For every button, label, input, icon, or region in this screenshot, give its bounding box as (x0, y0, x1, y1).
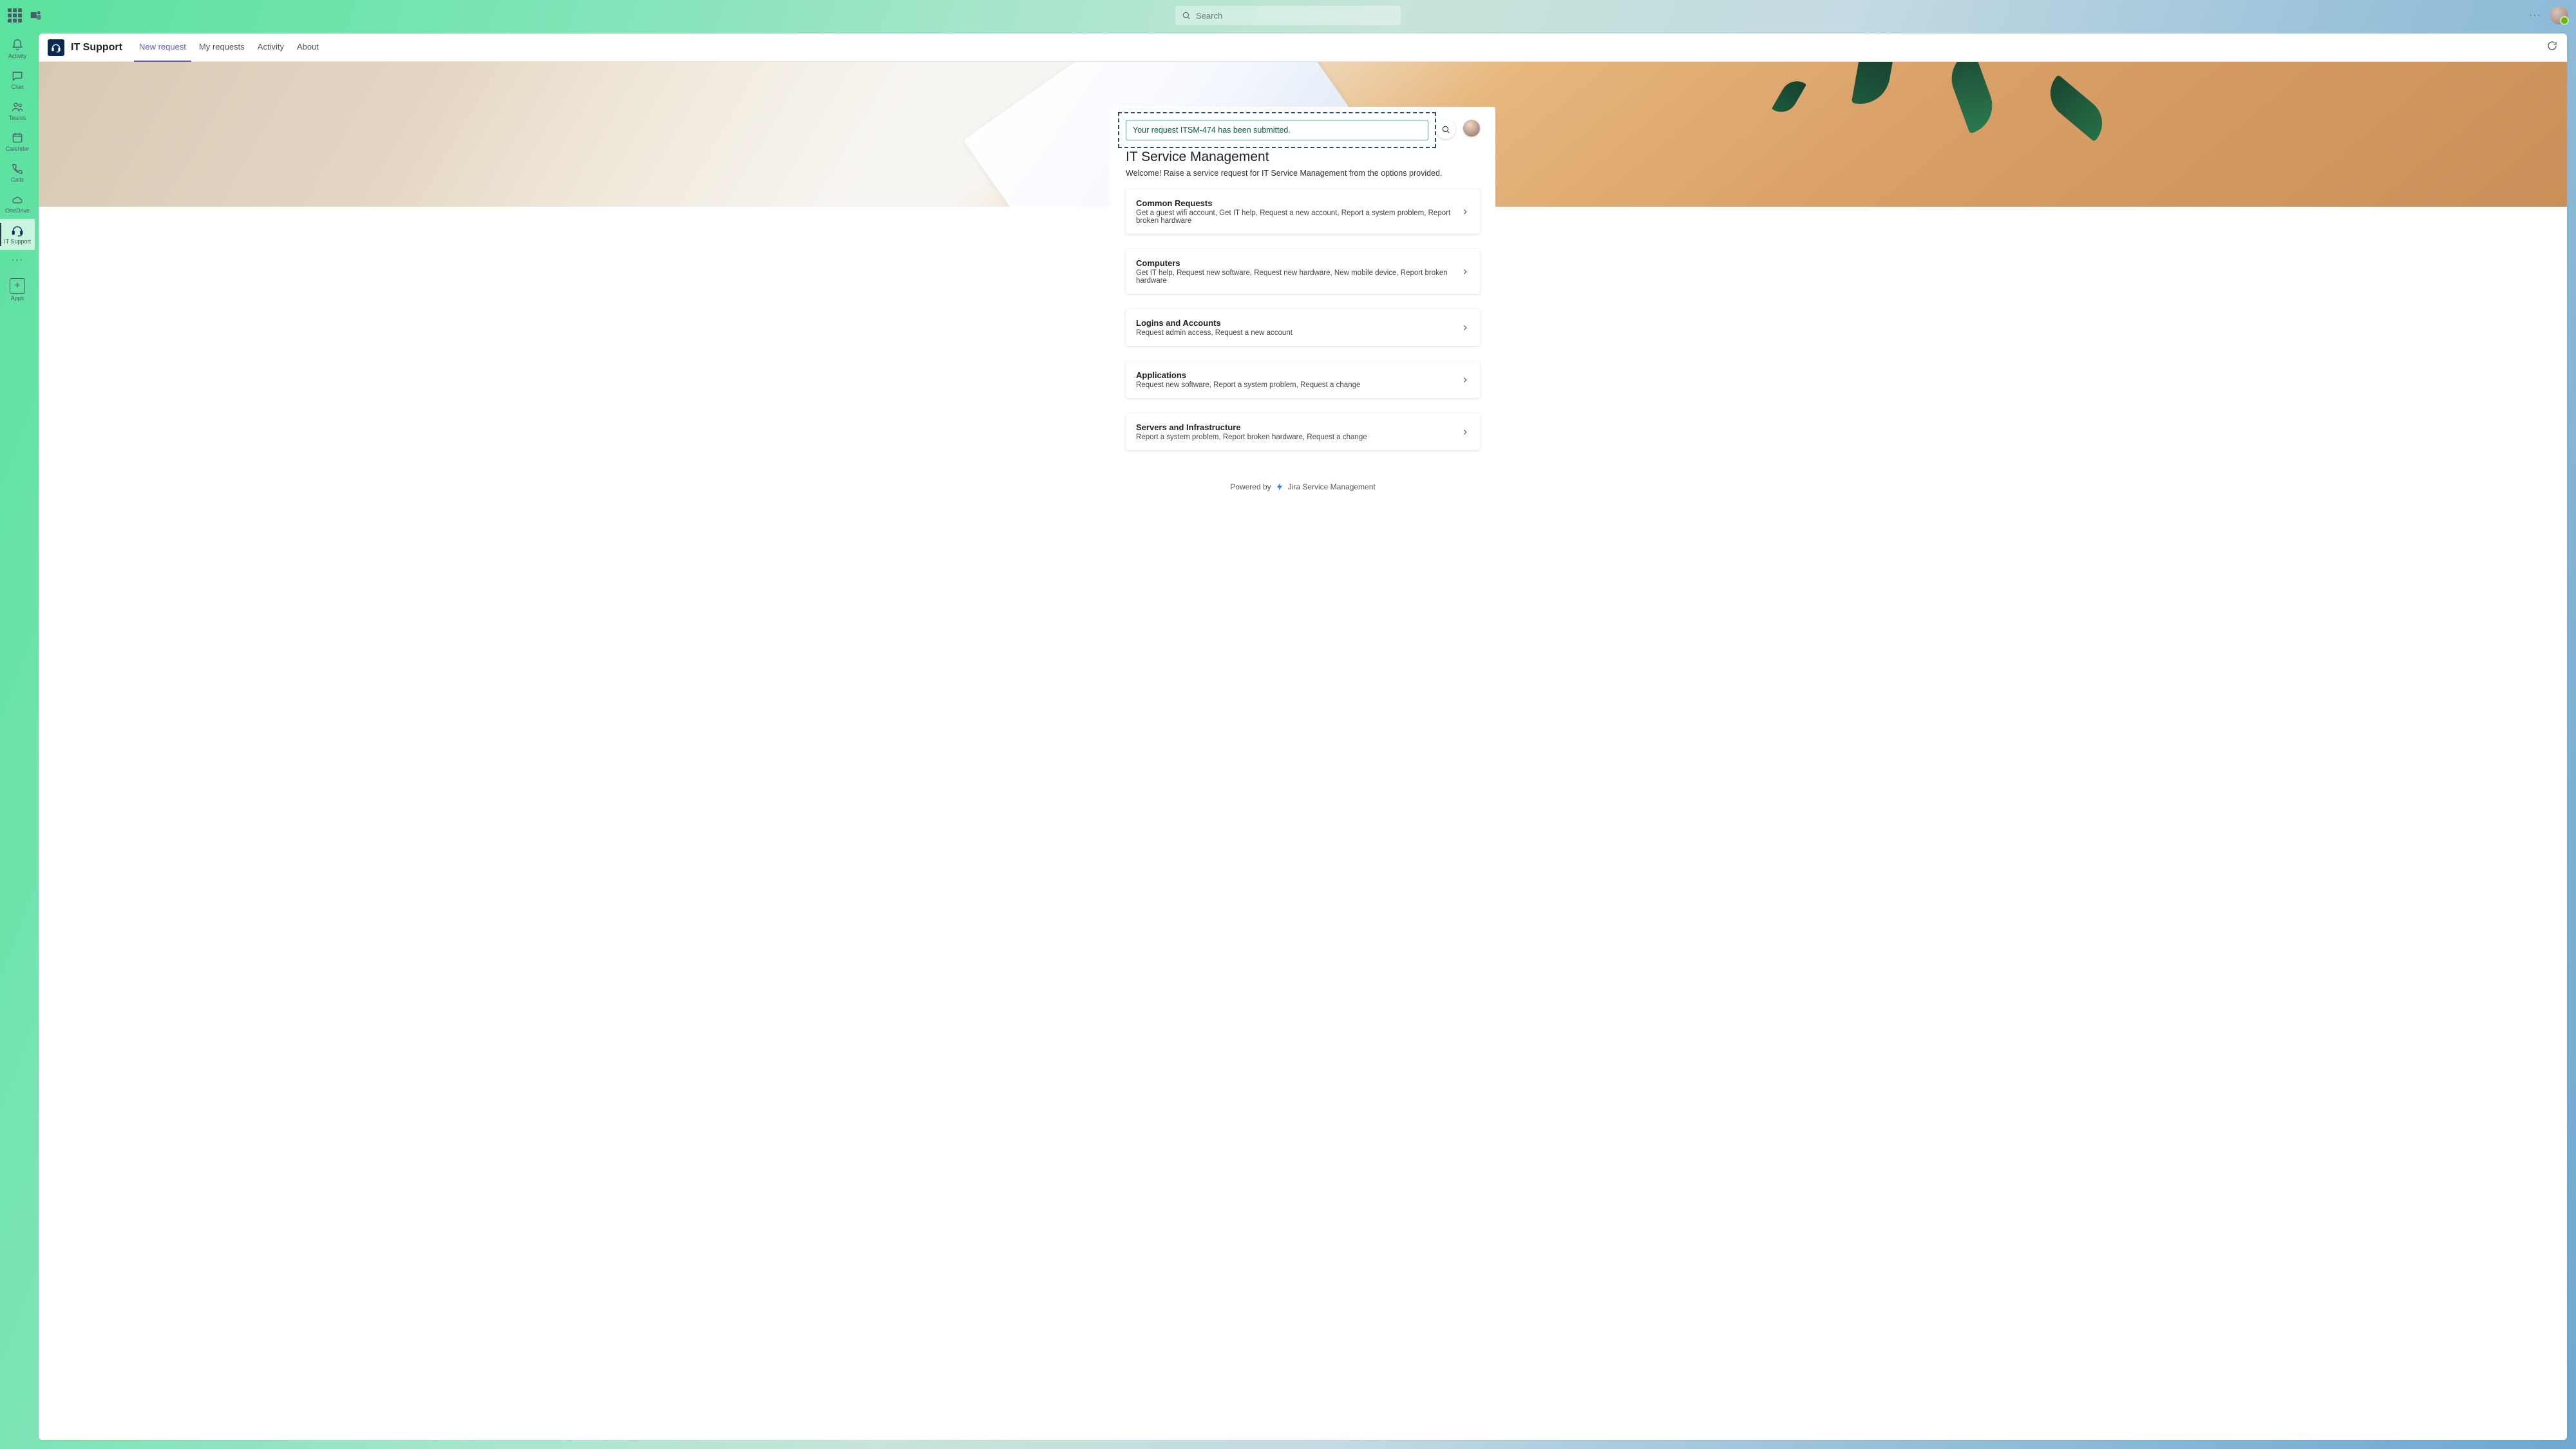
search-input[interactable] (1196, 11, 1394, 21)
category-title: Logins and Accounts (1136, 318, 1461, 328)
tab-my-requests[interactable]: My requests (194, 33, 250, 62)
user-avatar[interactable] (2550, 6, 2568, 24)
rail-calls[interactable]: Calls (0, 157, 35, 188)
category-title: Common Requests (1136, 198, 1461, 208)
title-bar: ··· (0, 0, 2576, 31)
tab-about[interactable]: About (292, 33, 324, 62)
category-common-requests[interactable]: Common Requests Get a guest wifi account… (1126, 189, 1480, 234)
waffle-icon[interactable] (8, 8, 22, 23)
global-search[interactable] (1175, 6, 1401, 25)
category-desc: Report a system problem, Report broken h… (1136, 433, 1461, 441)
app-header: IT Support New request My requests Activ… (39, 33, 2567, 62)
teams-icon (11, 100, 24, 113)
headset-icon (51, 43, 61, 53)
category-desc: Get a guest wifi account, Get IT help, R… (1136, 209, 1461, 225)
chevron-right-icon (1461, 375, 1470, 384)
category-desc: Request admin access, Request a new acco… (1136, 329, 1461, 337)
category-computers[interactable]: Computers Get IT help, Request new softw… (1126, 249, 1480, 294)
app-logo (48, 39, 64, 56)
tab-new-request[interactable]: New request (134, 33, 191, 62)
content-area: Your request ITSM-474 has been submitted… (39, 62, 2567, 1440)
portal-card: Your request ITSM-474 has been submitted… (1110, 107, 1495, 507)
chat-icon (11, 70, 24, 82)
rail-teams[interactable]: Teams (0, 95, 35, 126)
category-desc: Get IT help, Request new software, Reque… (1136, 269, 1461, 285)
rail-label: Chat (11, 84, 23, 90)
portal-search-button[interactable] (1436, 120, 1455, 139)
chevron-right-icon (1461, 267, 1470, 276)
headset-icon (11, 224, 24, 237)
category-list: Common Requests Get a guest wifi account… (1126, 189, 1480, 450)
category-servers-infrastructure[interactable]: Servers and Infrastructure Report a syst… (1126, 413, 1480, 450)
powered-by-footer: Powered by Jira Service Management (1126, 482, 1480, 491)
category-title: Servers and Infrastructure (1136, 422, 1461, 432)
portal-user-avatar[interactable] (1463, 120, 1480, 137)
rail-it-support[interactable]: IT Support (0, 219, 35, 250)
more-icon: ··· (12, 254, 24, 266)
category-title: Computers (1136, 258, 1461, 268)
rail-calendar[interactable]: Calendar (0, 126, 35, 157)
rail-activity[interactable]: Activity (0, 33, 35, 64)
teams-logo-icon (30, 9, 43, 22)
chevron-right-icon (1461, 207, 1470, 216)
success-notice: Your request ITSM-474 has been submitted… (1126, 120, 1428, 140)
app-tabs: New request My requests Activity About (134, 33, 324, 62)
category-logins-accounts[interactable]: Logins and Accounts Request admin access… (1126, 309, 1480, 346)
category-title: Applications (1136, 370, 1461, 380)
app-title: IT Support (71, 42, 122, 53)
rail-label: Activity (8, 53, 27, 59)
rail-label: Calls (11, 176, 24, 183)
phone-icon (11, 162, 24, 175)
chevron-right-icon (1461, 428, 1470, 437)
portal-subtitle: Welcome! Raise a service request for IT … (1126, 169, 1480, 178)
rail-label: Calendar (6, 146, 30, 152)
rail-more[interactable]: ··· (0, 250, 35, 270)
tab-activity[interactable]: Activity (252, 33, 289, 62)
category-desc: Request new software, Report a system pr… (1136, 381, 1461, 389)
jira-bolt-icon (1275, 482, 1284, 491)
plus-icon: + (10, 278, 25, 294)
left-nav-rail: Activity Chat Teams Calendar Calls OneDr… (0, 31, 35, 1449)
bell-icon (11, 39, 24, 52)
search-icon (1182, 11, 1191, 20)
rail-label: IT Support (4, 238, 31, 245)
rail-label: OneDrive (5, 207, 30, 214)
calendar-icon (11, 131, 24, 144)
rail-label: Apps (11, 295, 24, 301)
cloud-icon (11, 193, 24, 206)
rail-onedrive[interactable]: OneDrive (0, 188, 35, 219)
footer-prefix: Powered by (1230, 482, 1271, 491)
rail-label: Teams (9, 115, 26, 121)
search-icon (1441, 125, 1450, 134)
refresh-icon (2546, 40, 2558, 52)
portal-title: IT Service Management (1126, 149, 1480, 165)
more-options-icon[interactable]: ··· (2529, 10, 2541, 21)
category-applications[interactable]: Applications Request new software, Repor… (1126, 361, 1480, 398)
refresh-button[interactable] (2546, 40, 2558, 55)
chevron-right-icon (1461, 323, 1470, 332)
app-surface: IT Support New request My requests Activ… (39, 33, 2567, 1440)
rail-apps[interactable]: + Apps (0, 270, 35, 301)
footer-product: Jira Service Management (1288, 482, 1376, 491)
rail-chat[interactable]: Chat (0, 64, 35, 95)
